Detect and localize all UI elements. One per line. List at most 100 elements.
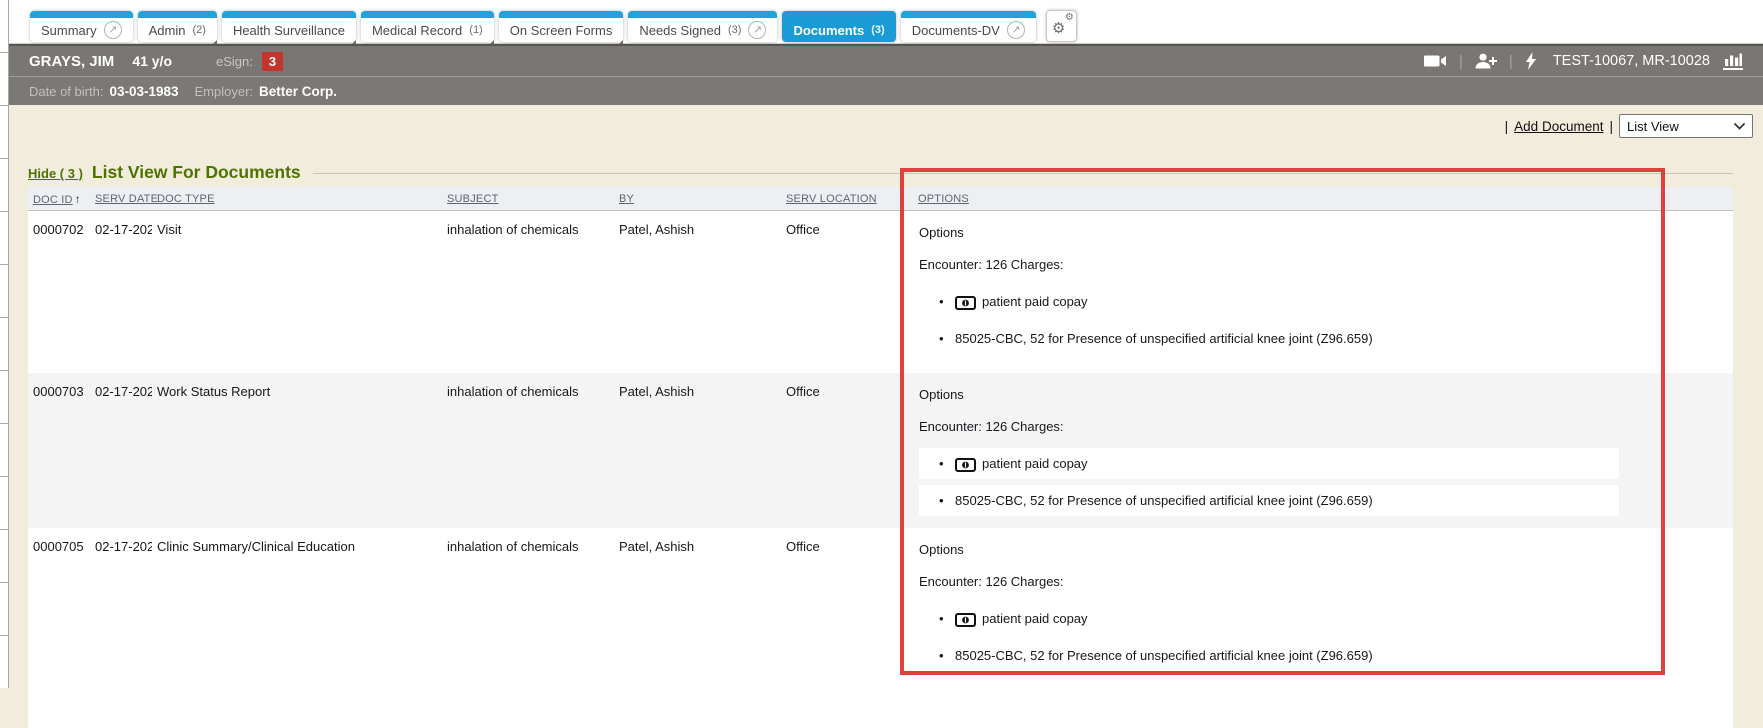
table-row[interactable]: 0000705 02-17-2025 Clinic Summary/Clinic… [28,528,1733,728]
bullet-icon: • [939,493,955,508]
bar-chart-icon[interactable] [1723,53,1743,70]
serv-location-cell: Office [781,528,903,728]
charge-text: patient paid copay [982,456,1088,471]
add-document-link[interactable]: Add Document [1514,119,1603,134]
tab-label: Documents-DV [912,23,1000,38]
external-link-circle-icon[interactable]: ↗ [1007,21,1025,39]
options-title: Options [919,225,1719,240]
by-cell: Patel, Ashish [614,373,781,528]
patient-age: 41 y/o [132,53,172,69]
dob-value: 03-03-1983 [109,84,178,99]
charge-text: 85025-CBC, 52 for Presence of unspecifie… [955,648,1373,663]
table-row[interactable]: 0000703 02-17-2025 Work Status Report in… [28,373,1733,528]
separator: | [1459,53,1463,70]
tab-needs-signed[interactable]: Needs Signed (3) ↗ [628,11,777,42]
by-cell: Patel, Ashish [614,528,781,728]
gears-icon: ⚙ [1052,19,1065,37]
charge-item: • patient paid copay [919,603,1619,634]
doc-id-cell: 0000703 [28,373,90,528]
money-icon [955,296,976,310]
charge-item: • 85025-CBC, 52 for Presence of unspecif… [919,323,1619,354]
options-cell: Options Encounter: 126 Charges: • patien… [903,373,1733,528]
doc-type-cell: Visit [152,211,442,373]
tab-count: (2) [192,24,205,36]
tab-label: Summary [41,23,97,38]
tab-settings-button[interactable]: ⚙ ⚙ [1046,10,1077,42]
documents-content-area: | Add Document | List View Hide ( 3 ) Li… [9,105,1763,688]
lightning-icon[interactable] [1525,52,1537,70]
bullet-icon: • [939,648,955,663]
video-camera-icon[interactable] [1424,54,1447,68]
page-title: List View For Documents [92,162,301,183]
tab-documents-dv[interactable]: Documents-DV ↗ [901,11,1036,42]
charges-list: • patient paid copay • 85025-CBC, 52 for… [919,448,1619,516]
tab-summary[interactable]: Summary ↗ [30,11,133,42]
patient-header-bar: GRAYS, JIM 41 y/o eSign: 3 | | TEST-1006… [9,44,1763,77]
chevron-down-icon [1734,123,1745,130]
esign-count-badge[interactable]: 3 [262,52,283,71]
doc-type-cell: Clinic Summary/Clinical Education [152,528,442,728]
tab-documents-active[interactable]: Documents (3) [782,11,895,42]
hide-link[interactable]: Hide ( 3 ) [28,166,83,181]
encounter-charges-label: Encounter: 126 Charges: [919,257,1719,272]
bullet-icon: • [939,294,955,309]
bullet-icon: • [939,456,955,471]
tab-bar: Summary ↗ Admin (2) Health Surveillance … [9,0,1763,44]
tab-medical-record[interactable]: Medical Record (1) [361,11,494,42]
tab-label: Documents [793,23,864,38]
options-title: Options [919,542,1719,557]
charge-text: patient paid copay [982,611,1088,626]
tab-on-screen-forms[interactable]: On Screen Forms [499,11,624,42]
charge-item: • patient paid copay [919,448,1619,479]
list-view-select-value: List View [1627,119,1679,134]
tab-health-surveillance[interactable]: Health Surveillance [222,11,356,42]
column-header-doc-id[interactable]: DOC ID↑ [28,192,90,206]
patient-name: GRAYS, JIM [29,53,114,70]
tab-label: Health Surveillance [233,23,345,38]
charge-item: • 85025-CBC, 52 for Presence of unspecif… [919,485,1619,516]
bullet-icon: • [939,331,955,346]
subject-cell: inhalation of chemicals [442,373,614,528]
subject-cell: inhalation of chemicals [442,211,614,373]
serv-date-cell: 02-17-2025 [90,211,152,373]
doc-id-cell: 0000702 [28,211,90,373]
serv-location-cell: Office [781,373,903,528]
tab-count: (1) [469,24,482,36]
subject-cell: inhalation of chemicals [442,528,614,728]
dob-label: Date of birth: [29,84,103,99]
gears-icon: ⚙ [1065,12,1074,23]
charge-item: • 85025-CBC, 52 for Presence of unspecif… [919,640,1619,671]
list-view-select[interactable]: List View [1619,114,1753,138]
by-cell: Patel, Ashish [614,211,781,373]
external-link-circle-icon[interactable]: ↗ [748,21,766,39]
charge-text: 85025-CBC, 52 for Presence of unspecifie… [955,493,1373,508]
documents-table: DOC ID↑ SERV DATE DOC TYPE SUBJECT BY SE… [28,187,1733,688]
column-header-subject[interactable]: SUBJECT [442,193,614,205]
employer-label: Employer: [195,84,254,99]
tab-label: Admin [149,23,186,38]
options-cell: Options Encounter: 126 Charges: • patien… [903,528,1733,728]
column-header-options[interactable]: OPTIONS [903,193,1733,205]
money-icon [955,458,976,472]
charge-item: • patient paid copay [919,286,1619,317]
column-header-by[interactable]: BY [614,193,781,205]
external-link-circle-icon[interactable]: ↗ [104,21,122,39]
charges-list: • patient paid copay • 85025-CBC, 52 for… [919,286,1619,354]
column-header-serv-location[interactable]: SERV LOCATION [781,193,903,205]
encounter-charges-label: Encounter: 126 Charges: [919,419,1719,434]
serv-date-cell: 02-17-2025 [90,373,152,528]
pipe: | [1505,119,1509,134]
divider [313,173,1733,174]
table-row[interactable]: 0000702 02-17-2025 Visit inhalation of c… [28,211,1733,373]
tab-label: Medical Record [372,23,462,38]
tab-admin[interactable]: Admin (2) [138,11,217,42]
list-view-header: Hide ( 3 ) List View For Documents [28,162,1733,183]
options-cell: Options Encounter: 126 Charges: • patien… [903,211,1733,373]
serv-date-cell: 02-17-2025 [90,528,152,728]
options-title: Options [919,387,1719,402]
patient-record-ids: TEST-10067, MR-10028 [1553,53,1710,69]
column-header-serv-date[interactable]: SERV DATE [90,193,152,205]
doc-id-cell: 0000705 [28,528,90,728]
person-add-icon[interactable] [1475,53,1497,69]
column-header-doc-type[interactable]: DOC TYPE [152,193,442,205]
